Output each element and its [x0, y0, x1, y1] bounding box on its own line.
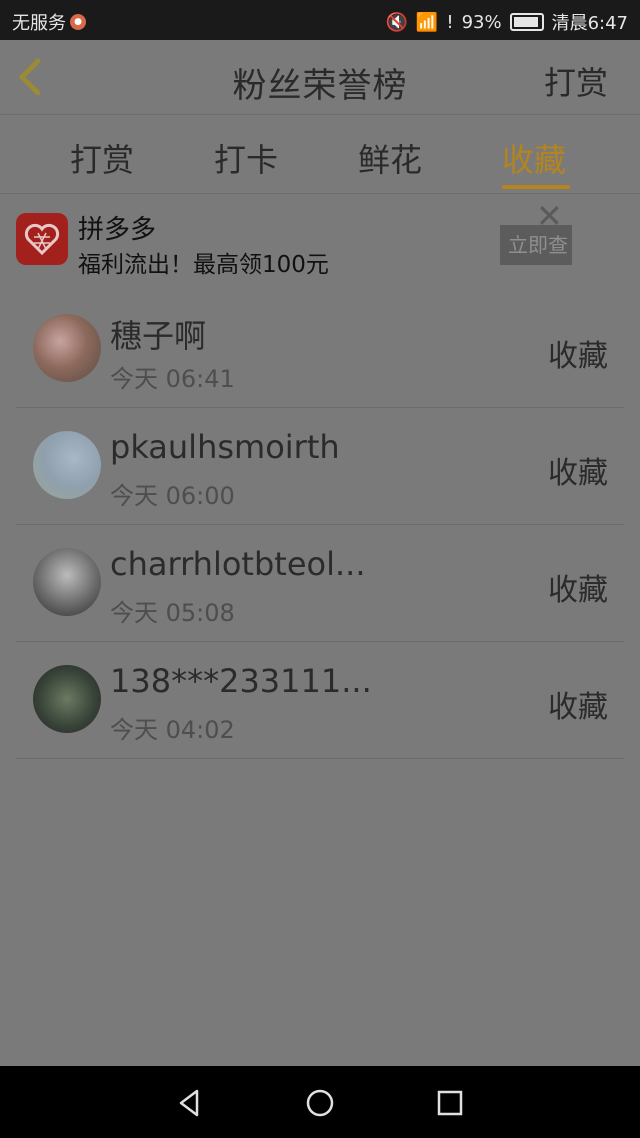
ad-subtitle: 福利流出！最高领100元	[78, 252, 329, 278]
avatar[interactable]	[33, 431, 101, 499]
favorite-label: 收藏	[548, 456, 608, 491]
app-header: 粉丝荣誉榜 打赏	[0, 40, 640, 115]
avatar[interactable]	[33, 548, 101, 616]
battery-icon	[509, 13, 544, 31]
battery-percent: 93%	[461, 11, 502, 33]
status-right: 🔇 📶 ! 93% 清晨6:47	[386, 9, 629, 35]
list-item[interactable]: pkaulhsmoirth 今天 06:00 收藏	[16, 408, 624, 525]
ad-title: 拼多多	[78, 215, 157, 245]
favorite-time: 今天 04:02	[110, 716, 235, 744]
favorite-label: 收藏	[548, 339, 608, 374]
tab-reward[interactable]: 打赏	[70, 135, 134, 181]
user-name: 穗子啊	[110, 317, 207, 355]
clock-text: 清晨6:47	[551, 13, 628, 34]
tab-checkin[interactable]: 打卡	[214, 135, 278, 181]
app-badge-icon: ●	[70, 14, 86, 30]
ad-banner[interactable]: 拼多多 福利流出！最高领100元 ✕ 立即查	[0, 195, 640, 285]
user-name: 138***233111...	[110, 662, 372, 700]
ad-cta-button[interactable]: 立即查	[500, 225, 572, 265]
favorite-time: 今天 06:41	[110, 365, 235, 393]
status-left: 无服务 ●	[12, 9, 86, 35]
favorites-list: 穗子啊 今天 06:41 收藏 pkaulhsmoirth 今天 06:00 收…	[16, 291, 624, 759]
tab-favorites[interactable]: 收藏	[502, 135, 566, 181]
system-nav-bar	[0, 1066, 640, 1138]
favorite-label: 收藏	[548, 690, 608, 725]
wifi-icon: 📶	[415, 11, 439, 33]
recents-square-icon[interactable]	[435, 1088, 465, 1118]
list-item[interactable]: 穗子啊 今天 06:41 收藏	[16, 291, 624, 408]
tab-flowers[interactable]: 鲜花	[358, 135, 422, 181]
mute-icon: 🔇	[385, 11, 408, 33]
active-tab-indicator	[502, 185, 570, 189]
pinduoduo-logo-icon	[16, 213, 68, 265]
avatar[interactable]	[33, 665, 101, 733]
favorite-time: 今天 06:00	[110, 482, 235, 510]
home-circle-icon[interactable]	[305, 1088, 335, 1118]
tab-bar: 打赏 打卡 鲜花 收藏	[0, 115, 640, 194]
user-name: charrhlotbteol...	[110, 545, 366, 583]
back-triangle-icon[interactable]	[175, 1088, 205, 1118]
reward-button[interactable]: 打赏	[544, 58, 608, 104]
carrier-text: 无服务	[12, 13, 66, 34]
avatar[interactable]	[33, 314, 101, 382]
user-name: pkaulhsmoirth	[110, 428, 340, 466]
status-bar: 无服务 ● 🔇 📶 ! 93% 清晨6:47	[0, 0, 640, 40]
favorite-label: 收藏	[548, 573, 608, 608]
list-item[interactable]: charrhlotbteol... 今天 05:08 收藏	[16, 525, 624, 642]
list-item[interactable]: 138***233111... 今天 04:02 收藏	[16, 642, 624, 759]
alert-icon: !	[446, 11, 454, 33]
favorite-time: 今天 05:08	[110, 599, 235, 627]
